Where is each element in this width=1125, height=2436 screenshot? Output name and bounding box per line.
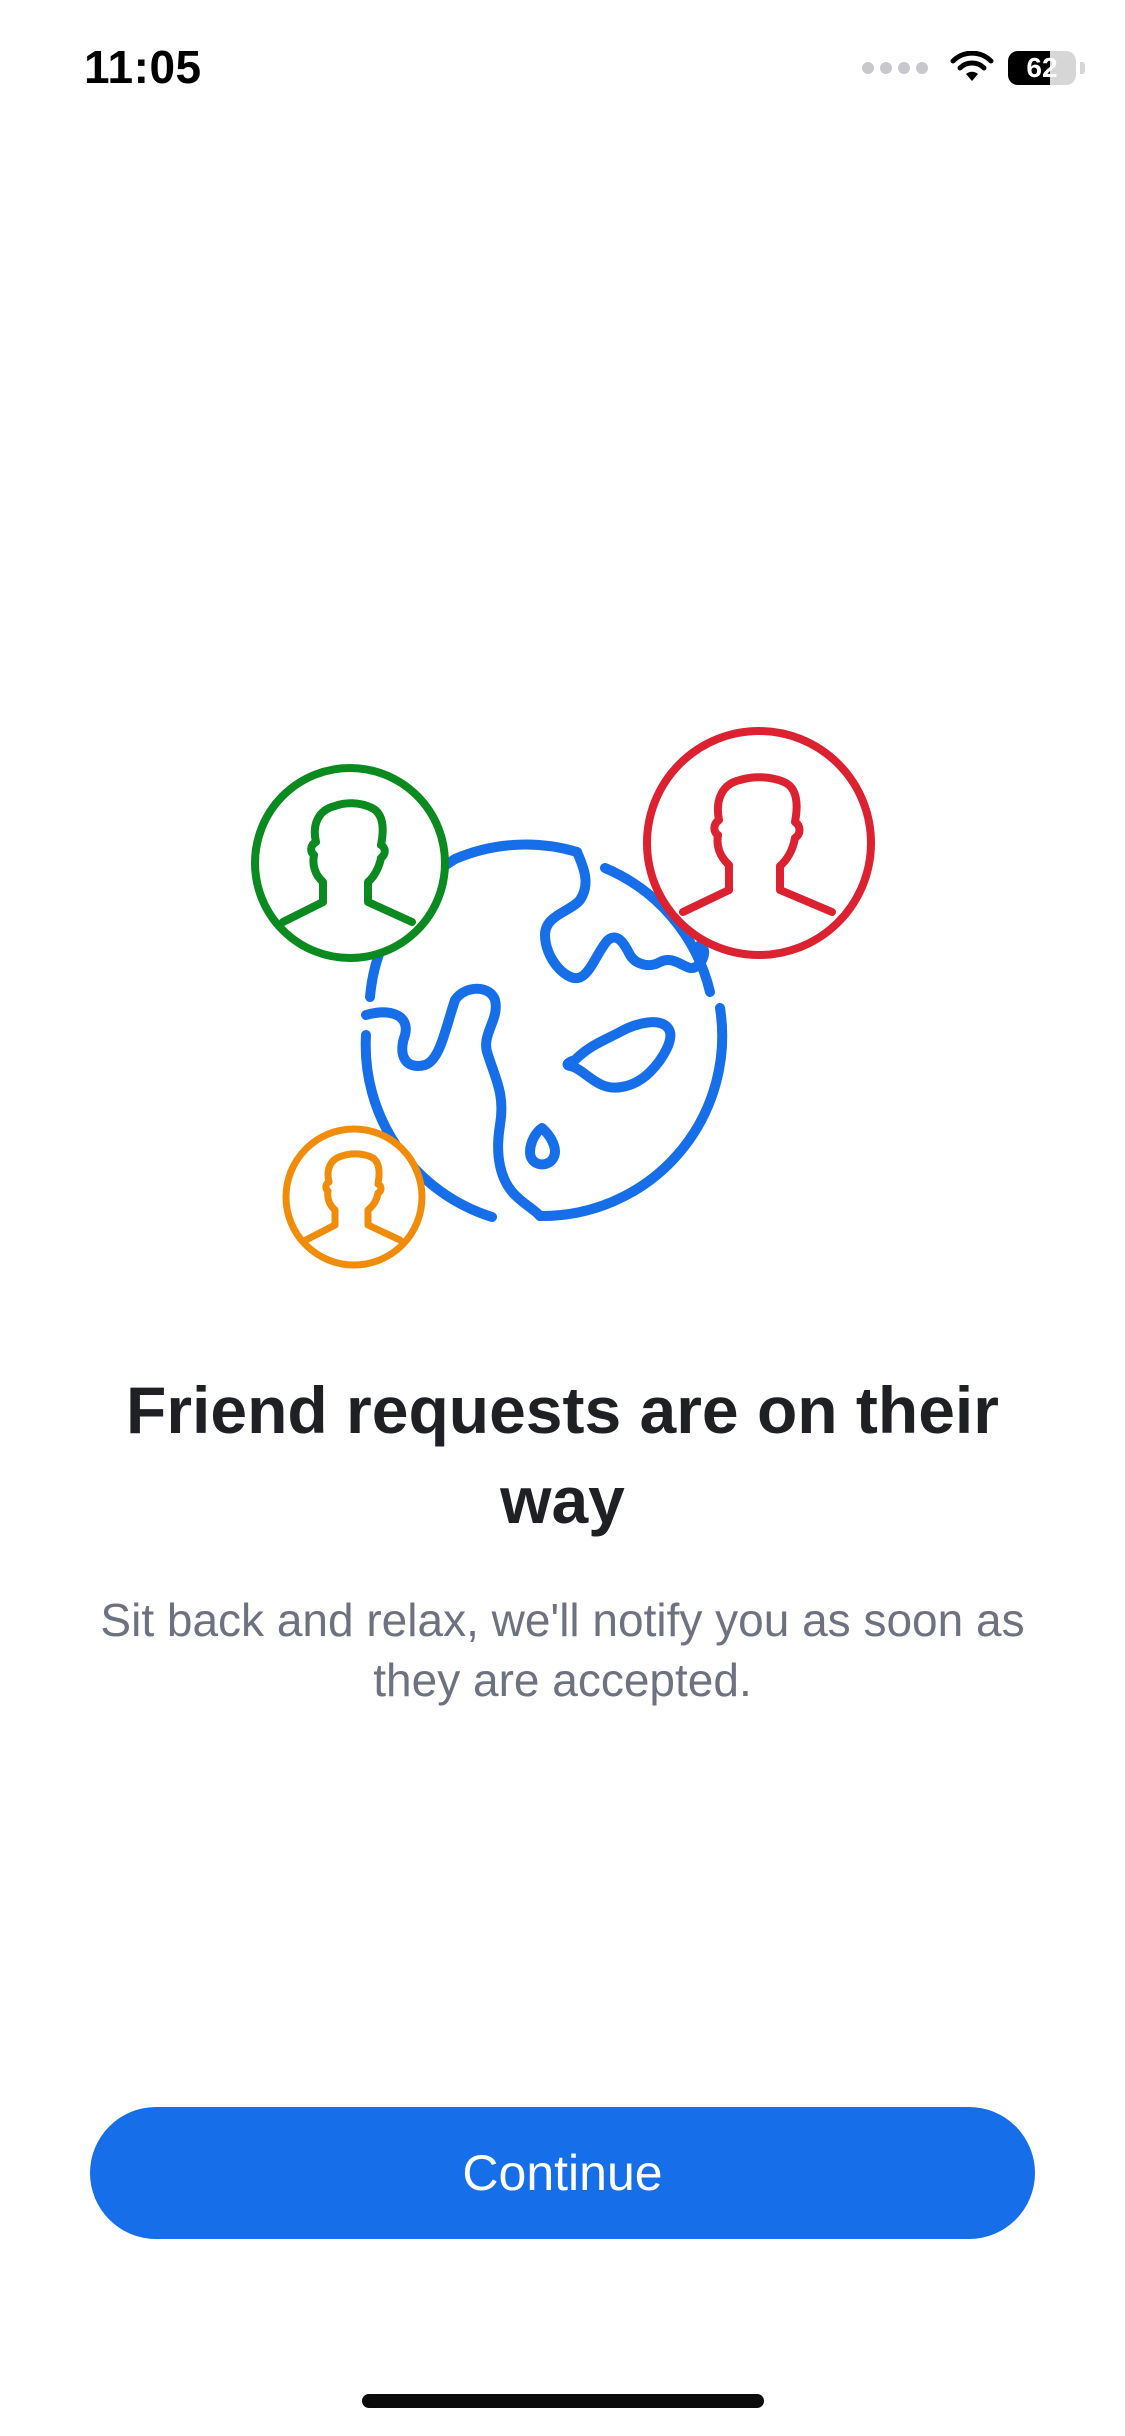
wifi-icon — [950, 51, 994, 81]
battery-level: 62 — [1026, 52, 1058, 83]
person-icon-red — [643, 727, 875, 959]
continue-button[interactable]: Continue — [90, 2107, 1035, 2239]
person-icon-orange — [282, 1125, 426, 1269]
status-bar: 11:05 62 — [0, 0, 1125, 140]
battery-cap — [1080, 62, 1085, 74]
page-subtitle: Sit back and relax, we'll notify you as … — [100, 1594, 1025, 1706]
friends-globe-illustration — [251, 727, 875, 1269]
battery-icon: 62 — [1008, 51, 1076, 85]
cellular-signal-icon — [862, 62, 928, 74]
person-icon-green — [251, 764, 449, 962]
status-time: 11:05 — [84, 41, 202, 93]
page-title: Friend requests are on their way — [126, 1373, 999, 1537]
home-indicator[interactable] — [362, 2394, 764, 2408]
status-indicators: 62 — [862, 44, 1085, 92]
